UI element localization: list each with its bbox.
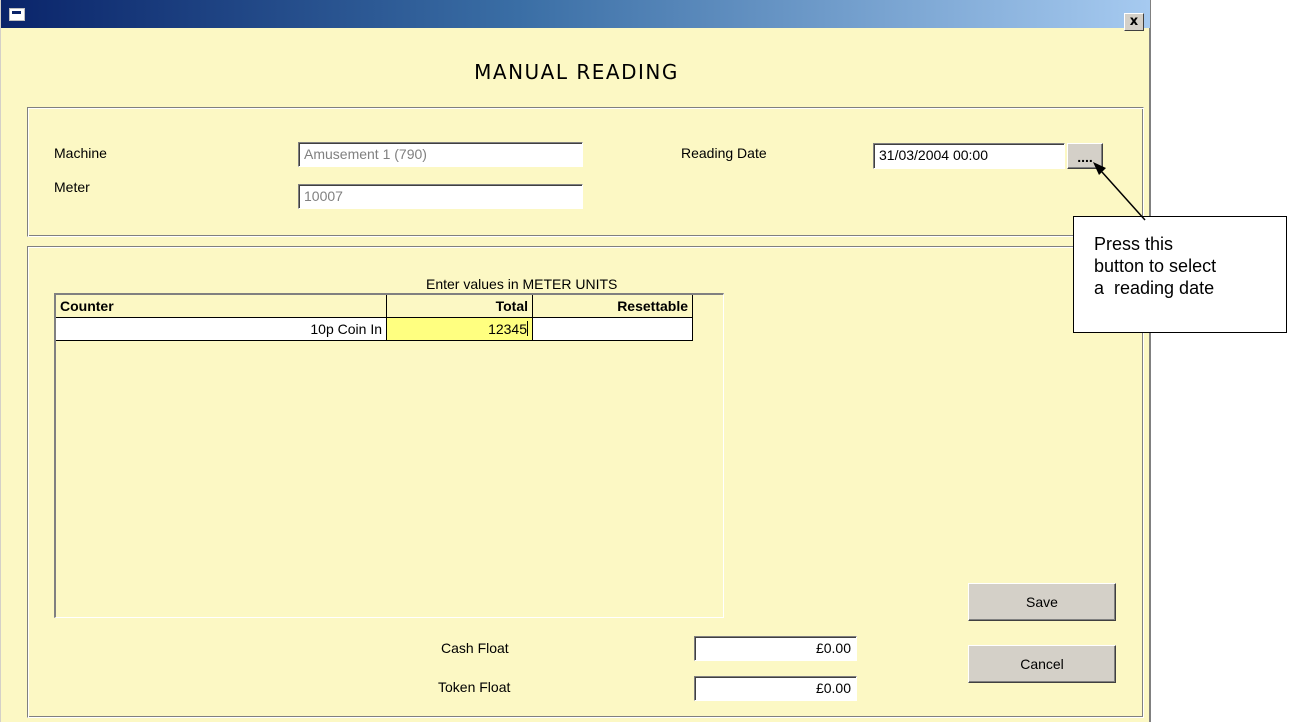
meter-field[interactable]: 10007 — [298, 184, 583, 209]
date-picker-button[interactable]: .... — [1067, 143, 1103, 169]
grid-cell-total-value: 12345 — [488, 321, 527, 337]
grid-cell-counter[interactable]: 10p Coin In — [56, 318, 387, 341]
grid-caption: Enter values in METER UNITS — [426, 276, 618, 292]
column-header-total[interactable]: Total — [387, 295, 533, 318]
save-button[interactable]: Save — [968, 583, 1116, 621]
token-float-label: Token Float — [438, 679, 511, 695]
close-button[interactable]: x — [1124, 13, 1144, 31]
callout-line-3: a reading date — [1094, 278, 1215, 298]
meter-label: Meter — [54, 179, 90, 195]
annotation-callout: Press this button to select a reading da… — [1073, 216, 1287, 333]
reading-date-label: Reading Date — [681, 145, 767, 161]
title-bar[interactable]: x — [1, 0, 1150, 31]
text-caret — [527, 321, 528, 336]
callout-line-1: Press this — [1094, 234, 1174, 254]
grid-cell-total[interactable]: 12345 — [387, 318, 533, 341]
cash-float-field[interactable]: £0.00 — [694, 636, 857, 661]
callout-line-2: button to select — [1094, 256, 1217, 276]
column-header-counter[interactable]: Counter — [56, 295, 387, 318]
page-title: MANUAL READING — [474, 60, 679, 84]
cash-float-label: Cash Float — [441, 640, 509, 656]
manual-reading-window: x MANUAL READING Machine Amusement 1 (79… — [0, 0, 1151, 722]
counter-grid[interactable]: Counter Total Resettable 10p Coin In 123… — [54, 293, 724, 618]
token-float-field[interactable]: £0.00 — [694, 676, 857, 701]
column-header-resettable[interactable]: Resettable — [533, 295, 693, 318]
grid-cell-resettable[interactable] — [533, 318, 693, 341]
machine-label: Machine — [54, 145, 107, 161]
reading-date-field[interactable]: 31/03/2004 00:00 — [873, 143, 1065, 169]
app-icon — [9, 8, 25, 21]
machine-field[interactable]: Amusement 1 (790) — [298, 142, 583, 167]
cancel-button[interactable]: Cancel — [968, 645, 1116, 683]
machine-group — [27, 107, 1144, 237]
